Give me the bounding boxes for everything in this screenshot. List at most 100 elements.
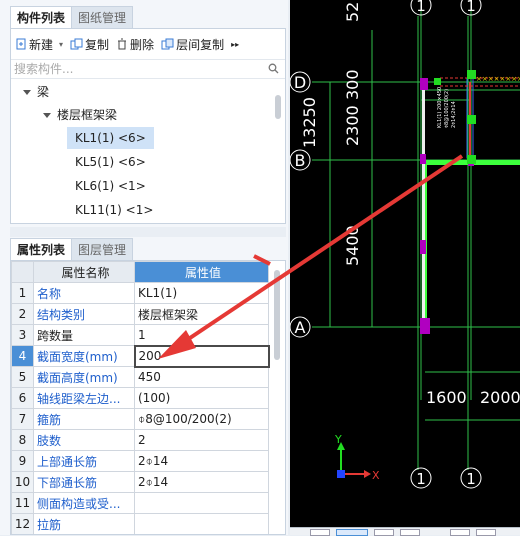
floor-copy-button[interactable]: 层间复制: [161, 36, 224, 53]
row-index: 5: [11, 366, 34, 388]
property-header-row: 属性名称 属性值: [11, 261, 269, 283]
component-list-panel: 新建 ▾ 复制 删除 层间复制 ▸▸ 搜索构件... 梁 楼层框架梁 KL1(1…: [10, 28, 286, 224]
property-value[interactable]: 楼层框架梁: [134, 303, 269, 325]
property-value[interactable]: 2: [134, 429, 269, 451]
copy-icon: [70, 38, 83, 50]
tree-node-floor-frame-beam[interactable]: 楼层框架梁: [43, 104, 117, 126]
property-name: 轴线距梁左边...: [33, 387, 135, 409]
property-name: 拉筋: [33, 513, 135, 534]
dim-text-2300: 2300: [343, 105, 362, 146]
property-row[interactable]: 7 箍筋 ⌽8@100/200(2): [11, 408, 269, 430]
tab-component-list[interactable]: 构件列表: [10, 6, 73, 28]
tab-layer-management[interactable]: 图层管理: [72, 238, 134, 260]
property-tabs: 属性列表 图层管理: [10, 238, 134, 260]
search-icon[interactable]: [268, 63, 279, 74]
property-name: 上部通长筋: [33, 450, 135, 472]
svg-text:A: A: [295, 318, 306, 337]
tree-scrollbar[interactable]: [275, 95, 281, 119]
beam-white[interactable]: [422, 86, 425, 326]
tree-item-kl1[interactable]: KL1(1) <6>: [67, 127, 154, 149]
property-table-body: 1 名称 KL1(1) 2 结构类别 楼层框架梁 3 跨数量 1 4 截面宽度(mm) 200 5 截面高…: [11, 282, 270, 534]
property-row[interactable]: 1 名称 KL1(1): [11, 282, 269, 304]
property-name: 侧面构造或受...: [33, 492, 135, 514]
property-row[interactable]: 10 下部通长筋 2⌽14: [11, 471, 269, 493]
row-index: 8: [11, 429, 34, 451]
tree-item-kl6[interactable]: KL6(1) <1>: [75, 175, 146, 197]
component-search-input[interactable]: 搜索构件...: [11, 59, 285, 79]
property-value[interactable]: [134, 513, 269, 534]
tab-property-list[interactable]: 属性列表: [10, 238, 73, 260]
column[interactable]: [420, 78, 428, 90]
property-value[interactable]: 1: [134, 324, 269, 346]
tab-drawing-management[interactable]: 图纸管理: [72, 6, 134, 28]
expand-icon[interactable]: [23, 89, 31, 95]
delete-button[interactable]: 删除: [116, 36, 154, 53]
property-row[interactable]: 3 跨数量 1: [11, 324, 269, 346]
new-dropdown-icon[interactable]: ▾: [59, 40, 63, 49]
axis-bubble-top-1: 1: [410, 0, 432, 16]
more-button[interactable]: ▸▸: [231, 40, 239, 49]
property-value[interactable]: 200: [133, 344, 270, 368]
status-bar: [290, 527, 520, 536]
tree-item-kl5[interactable]: KL5(1) <6>: [75, 151, 146, 173]
expand-icon[interactable]: [43, 112, 51, 118]
column[interactable]: [420, 318, 430, 334]
new-button[interactable]: 新建 ▾: [15, 36, 63, 53]
property-table: 属性名称 属性值 1 名称 KL1(1) 2 结构类别 楼层框架梁 3 跨数量 1 4 截面宽度(m…: [11, 261, 270, 534]
property-row[interactable]: 6 轴线距梁左边... (100): [11, 387, 269, 409]
property-scrollbar[interactable]: [274, 270, 280, 360]
dim-text-5400: 5400: [343, 225, 362, 266]
row-index: 9: [11, 450, 34, 472]
property-value[interactable]: 450: [134, 366, 269, 388]
dim-text-2000: 2000: [480, 388, 520, 407]
property-name: 名称: [33, 282, 135, 304]
beam-annotation: ⌽8@100/200(2): [444, 89, 450, 128]
tree-node-beam[interactable]: 梁: [23, 81, 49, 103]
dim-text-1600: 1600: [426, 388, 467, 407]
property-name: 结构类别: [33, 303, 135, 325]
new-icon: [16, 38, 26, 50]
ucs-x-label: X: [372, 469, 380, 482]
row-index: 3: [11, 324, 34, 346]
property-value[interactable]: KL1(1): [134, 282, 269, 304]
copy-button[interactable]: 复制: [70, 36, 109, 53]
copy-label: 复制: [85, 37, 110, 52]
panel-splitter[interactable]: [10, 227, 286, 237]
property-row[interactable]: 12 拉筋: [11, 513, 269, 534]
property-name: 跨数量: [33, 324, 135, 346]
svg-text:D: D: [294, 73, 306, 92]
property-name: 下部通长筋: [33, 471, 135, 493]
property-list-panel: 属性名称 属性值 1 名称 KL1(1) 2 结构类别 楼层框架梁 3 跨数量 1 4 截面宽度(m…: [10, 260, 286, 535]
tree-node-label: 梁: [37, 85, 50, 99]
row-index: 12: [11, 513, 34, 534]
search-placeholder: 搜索构件...: [14, 62, 74, 76]
property-row[interactable]: 4 截面宽度(mm) 200: [11, 344, 270, 368]
dim-text-13250: 13250: [300, 97, 319, 148]
property-row[interactable]: 9 上部通长筋 2⌽14: [11, 450, 269, 472]
new-label: 新建: [29, 37, 54, 52]
tree-item-kl11[interactable]: KL11(1) <1>: [75, 199, 153, 221]
floor-copy-label: 层间复制: [176, 37, 225, 52]
beam-annotation: 2⌽14;2⌽14: [451, 101, 457, 128]
dim-text-300: 300: [343, 69, 362, 100]
property-row[interactable]: 11 侧面构造或受...: [11, 492, 269, 514]
property-row[interactable]: 8 肢数 2: [11, 429, 269, 451]
svg-text:1: 1: [416, 0, 426, 15]
grip-handle[interactable]: [467, 115, 476, 124]
property-value[interactable]: ⌽8@100/200(2): [134, 408, 269, 430]
property-value[interactable]: 2⌽14: [134, 450, 269, 472]
grip-handle[interactable]: [467, 155, 476, 164]
property-value[interactable]: [134, 492, 269, 514]
property-row[interactable]: 5 截面高度(mm) 450: [11, 366, 269, 388]
svg-text:1: 1: [466, 470, 476, 488]
property-value[interactable]: (100): [134, 387, 269, 409]
property-row[interactable]: 2 结构类别 楼层框架梁: [11, 303, 269, 325]
row-index: 6: [11, 387, 34, 409]
column[interactable]: [420, 154, 426, 164]
grip-handle[interactable]: [434, 78, 441, 85]
grip-handle[interactable]: [467, 70, 476, 79]
cad-drawing-canvas[interactable]: ×××××××× KL1(1) 200×450 ⌽8@100/200(2) 2⌽…: [290, 0, 520, 527]
property-value[interactable]: 2⌽14: [134, 471, 269, 493]
axis-bubble-a: A: [290, 316, 311, 338]
column[interactable]: [420, 240, 426, 254]
